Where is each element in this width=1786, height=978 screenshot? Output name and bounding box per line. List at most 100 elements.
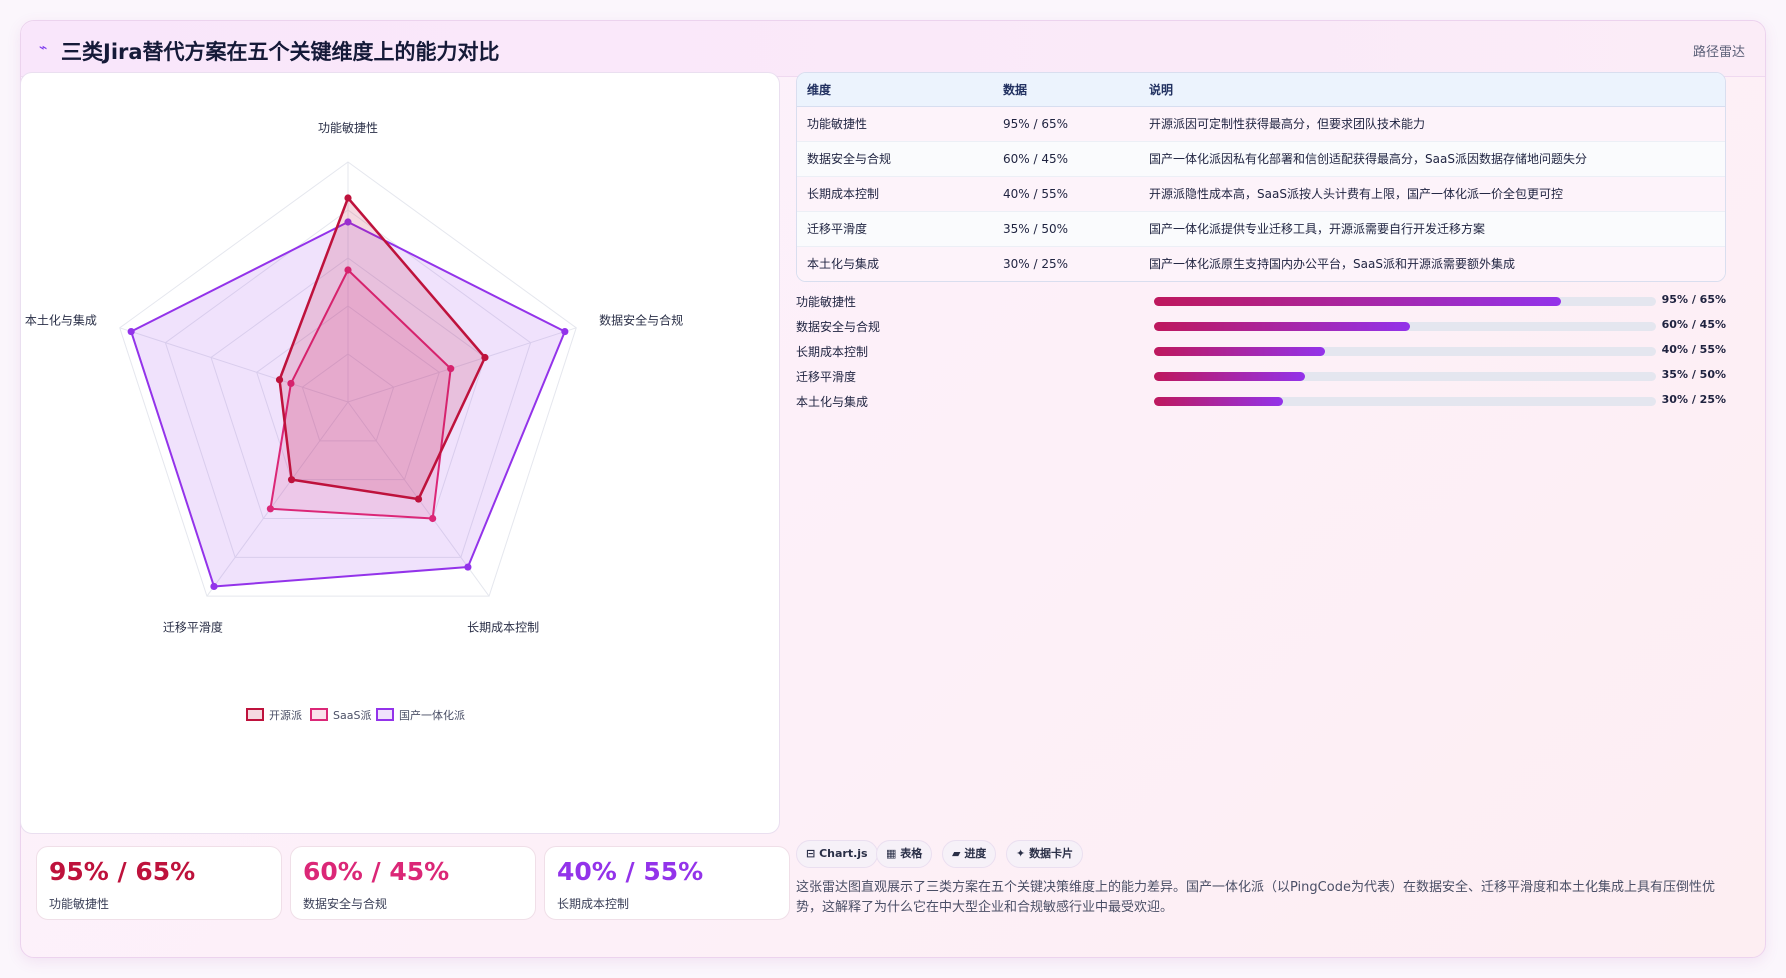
chart-description: 这张雷达图直观展示了三类方案在五个关键决策维度上的能力差异。国产一体化派（以Pi…: [796, 880, 1715, 915]
cell-data: 40% / 55%: [993, 176, 1139, 212]
radar-point: [287, 476, 296, 484]
stat-value: 95% / 65%: [49, 857, 196, 886]
table-icon: ⊟: [806, 847, 816, 860]
cell-dimension: 本土化与集成: [807, 257, 880, 272]
cell-data: 35% / 50%: [993, 211, 1139, 247]
progress-value: 60% / 45%: [1661, 318, 1726, 331]
data-table: 维度 数据 说明 功能敏捷性 95% / 65% 开源派因可定制性获得最高分，但…: [797, 73, 1725, 281]
table-row: 数据安全与合规 60% / 45% 国产一体化派因私有化部署和信创适配获得最高分…: [797, 141, 1725, 177]
sparkle-icon: ✦: [1016, 847, 1026, 860]
cell-data: 60% / 45%: [993, 141, 1139, 177]
legend-swatch: [246, 708, 264, 721]
progress-icon: ▰: [952, 847, 961, 860]
chip-label: 表格: [900, 847, 923, 860]
radar-axis-label: 长期成本控制: [467, 621, 539, 635]
legend-label: SaaS派: [333, 709, 371, 722]
progress-row: 长期成本控制 40% / 55%: [796, 340, 1726, 365]
progress-row: 功能敏捷性 95% / 65%: [796, 290, 1726, 315]
cell-dimension: 迁移平滑度: [797, 211, 993, 247]
progress-label: 本土化与集成: [796, 395, 869, 409]
column-header-data: 数据: [993, 73, 1139, 107]
cell-notes: 国产一体化派原生支持国内办公平台，SaaS派和开源派需要额外集成: [1149, 257, 1515, 272]
radar-chart: 功能敏捷性数据安全与合规长期成本控制 迁移平滑度 本土化与集成开源派 SaaS派 国产一…: [25, 120, 683, 722]
stat-value: 40% / 55%: [557, 857, 704, 886]
table-row: 本土化与集成 30% / 25% 国产一体化派原生支持国内办公平台，SaaS派和…: [797, 246, 1725, 281]
radar-point: [266, 505, 275, 513]
progress-fill: [1154, 297, 1561, 306]
progress-fill: [1154, 347, 1325, 356]
cell-dimension: 功能敏捷性: [797, 106, 993, 142]
chip-label: 进度: [964, 847, 987, 860]
progress-value: 30% / 25%: [1661, 393, 1726, 406]
stat-value: 60% / 45%: [303, 857, 450, 886]
progress-fill: [1154, 397, 1283, 406]
column-header-notes: 说明: [1139, 73, 1725, 107]
legend-swatch: [376, 708, 394, 721]
stat-card: 95% / 65% 功能敏捷性: [36, 846, 282, 920]
radar-axis-label: 迁移平滑度: [163, 620, 223, 635]
progress-value: 40% / 55%: [1661, 343, 1726, 356]
grid-icon: ▦: [886, 847, 897, 860]
radar-point: [429, 514, 437, 523]
stat-label: 数据安全与合规: [303, 897, 388, 911]
radar-point: [344, 194, 352, 202]
radar-point: [481, 353, 489, 362]
progress-row: 迁移平滑度 35% / 50%: [796, 365, 1726, 390]
pulse-icon: ⌁: [39, 40, 48, 56]
table-row: 功能敏捷性 95% / 65% 开源派因可定制性获得最高分，但要求团队技术能力: [797, 106, 1725, 142]
data-table-panel: 维度 数据 说明 功能敏捷性 95% / 65% 开源派因可定制性获得最高分，但…: [796, 72, 1726, 282]
radar-point: [210, 582, 218, 591]
radar-axis-label: 本土化与集成: [25, 312, 97, 327]
progress-value: 35% / 50%: [1661, 368, 1726, 381]
progress-track: [1154, 322, 1656, 331]
view-mode-label[interactable]: 路径雷达: [1693, 41, 1745, 60]
progress-track: [1154, 347, 1656, 356]
progress-fill: [1154, 322, 1411, 331]
progress-track: [1154, 397, 1656, 406]
chip-label: 数据卡片: [1029, 847, 1074, 860]
progress-label: 迁移平滑度: [796, 370, 857, 384]
stat-card: 60% / 45% 数据安全与合规: [290, 846, 536, 920]
chip-table[interactable]: ▦ 表格: [876, 840, 933, 868]
progress-label: 长期成本控制: [796, 345, 869, 359]
cell-notes: 开源派隐性成本高，SaaS派按人头计费有上限，国产一体化派一价全包更可控: [1139, 176, 1725, 212]
table-header-row: 维度 数据 说明: [797, 73, 1725, 107]
cell-dimension: 数据安全与合规: [797, 141, 993, 177]
progress-value: 95% / 65%: [1661, 293, 1726, 306]
chip-progress[interactable]: ▰ 进度: [942, 840, 997, 868]
radar-point: [275, 376, 284, 384]
page-title: 三类Jira替代方案在五个关键维度上的能力对比: [61, 40, 500, 64]
radar-point: [414, 495, 423, 503]
table-row: 迁移平滑度 35% / 50% 国产一体化派提供专业迁移工具，开源派需要自行开发…: [797, 211, 1725, 247]
cell-data: 30% / 25%: [1003, 256, 1069, 271]
radar-axis-label: 功能敏捷性: [318, 120, 378, 135]
progress-track: [1154, 372, 1656, 381]
progress-label: 数据安全与合规: [796, 320, 881, 334]
radar-axis-label: 数据安全与合规: [599, 312, 683, 327]
cell-data: 95% / 65%: [993, 106, 1139, 142]
legend-label: 开源派: [269, 708, 302, 722]
stat-label: 功能敏捷性: [49, 897, 110, 911]
cell-dimension: 长期成本控制: [797, 176, 993, 212]
cell-notes: 开源派因可定制性获得最高分，但要求团队技术能力: [1139, 106, 1725, 142]
radar-point: [561, 327, 569, 336]
header: ⌁ 三类Jira替代方案在五个关键维度上的能力对比 路径雷达: [21, 21, 1765, 77]
progress-row: 数据安全与合规 60% / 45%: [796, 315, 1726, 340]
stat-label: 长期成本控制: [557, 897, 630, 911]
stat-card: 40% / 55% 长期成本控制: [544, 846, 790, 920]
chip-data-cards[interactable]: ✦ 数据卡片: [1006, 840, 1084, 868]
progress-track: [1154, 297, 1656, 306]
progress-row: 本土化与集成 30% / 25%: [796, 390, 1726, 415]
progress-label: 功能敏捷性: [796, 295, 857, 309]
radar-point: [464, 563, 472, 571]
progress-bars: 功能敏捷性 95% / 65% 数据安全与合规 60% / 45% 长期成本控制…: [796, 290, 1726, 415]
chip-chartjs[interactable]: ⊟ Chart.js: [796, 840, 878, 868]
column-header-dimension: 维度: [797, 73, 993, 107]
cell-notes: 国产一体化派因私有化部署和信创适配获得最高分，SaaS派因数据存储地问题失分: [1139, 141, 1725, 177]
chip-label: Chart.js: [819, 847, 868, 860]
legend-label: 国产一体化派: [399, 708, 465, 722]
table-row: 长期成本控制 40% / 55% 开源派隐性成本高，SaaS派按人头计费有上限，…: [797, 176, 1725, 212]
radar-point: [127, 327, 135, 336]
progress-fill: [1154, 372, 1305, 381]
radar-chart-panel: 功能敏捷性数据安全与合规长期成本控制 迁移平滑度 本土化与集成开源派 SaaS派 国产一…: [20, 72, 780, 834]
